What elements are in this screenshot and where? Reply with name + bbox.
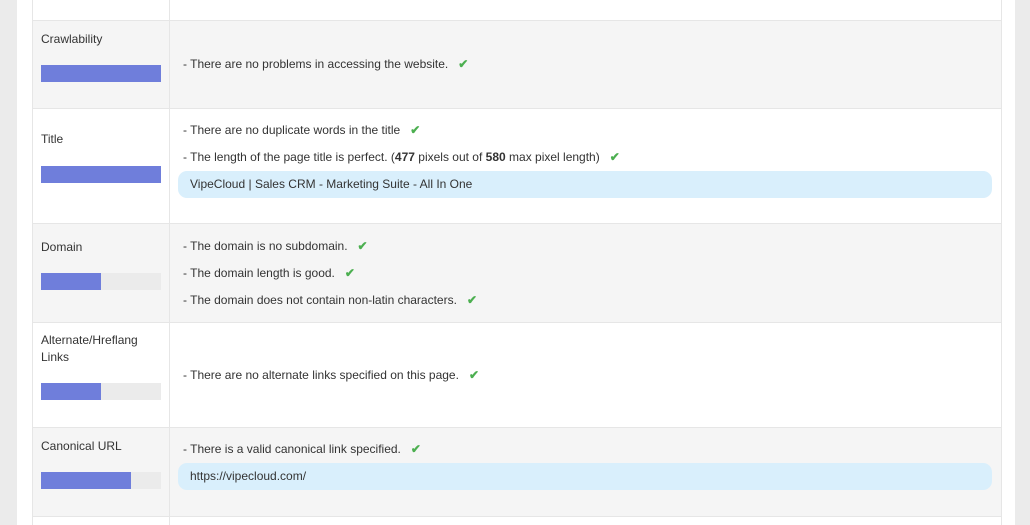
message-domain-1: - The domain is no subdomain. ✔ xyxy=(183,239,368,253)
table-row-canonical-url: Canonical URL - There is a valid canonic… xyxy=(33,428,1001,517)
row-label-cell: Canonical URL xyxy=(33,428,170,516)
table-row-next xyxy=(33,517,1001,525)
table-row-crawlability: Crawlability - There are no problems in … xyxy=(33,21,1001,109)
row-label-canonical-url: Canonical URL xyxy=(41,439,122,453)
message-domain-3: - The domain does not contain non-latin … xyxy=(183,293,477,307)
checkmark-icon: ✔ xyxy=(410,123,421,137)
table-row-alternate-links: Alternate/Hreflang Links - There are no … xyxy=(33,323,1001,428)
score-bar-fill xyxy=(41,65,161,82)
row-label-cell xyxy=(33,517,170,525)
score-bar-fill xyxy=(41,273,101,290)
score-bar-fill xyxy=(41,472,131,489)
message-crawlability-1: - There are no problems in accessing the… xyxy=(183,57,469,71)
canonical-url-value-box: https://vipecloud.com/ xyxy=(178,463,992,490)
table-row-previous xyxy=(33,0,1001,21)
score-bar-title xyxy=(41,166,161,183)
message-alternate-links-1: - There are no alternate links specified… xyxy=(183,368,480,382)
score-bar-domain xyxy=(41,273,161,290)
message-canonical-url-1: - There is a valid canonical link specif… xyxy=(183,442,421,456)
checkmark-icon: ✔ xyxy=(466,293,477,307)
checkmark-icon: ✔ xyxy=(458,57,469,71)
checkmark-icon: ✔ xyxy=(344,266,355,280)
checkmark-icon: ✔ xyxy=(410,442,421,456)
title-value-box: VipeCloud | Sales CRM - Marketing Suite … xyxy=(178,171,992,198)
row-label-crawlability: Crawlability xyxy=(41,32,103,46)
row-label-cell: Domain xyxy=(33,224,170,322)
row-label-cell xyxy=(33,0,170,20)
row-label-cell: Title xyxy=(33,109,170,223)
message-title-2: - The length of the page title is perfec… xyxy=(183,150,620,164)
checkmark-icon: ✔ xyxy=(468,368,480,382)
message-domain-2: - The domain length is good. ✔ xyxy=(183,266,355,280)
table-row-domain: Domain - The domain is no subdomain. ✔ - … xyxy=(33,224,1001,323)
checkmark-icon: ✔ xyxy=(609,150,620,164)
score-bar-alternate-links xyxy=(41,383,161,400)
score-bar-canonical-url xyxy=(41,472,161,489)
row-label-cell: Crawlability xyxy=(33,21,170,108)
row-label-title: Title xyxy=(41,132,64,146)
score-bar-fill xyxy=(41,166,161,183)
table-row-title: Title - There are no duplicate words in … xyxy=(33,109,1001,224)
message-title-1: - There are no duplicate words in the ti… xyxy=(183,123,421,137)
seo-report-card: Crawlability - There are no problems in … xyxy=(17,0,1015,525)
row-label-domain: Domain xyxy=(41,240,83,254)
score-bar-fill xyxy=(41,383,101,400)
row-label-cell: Alternate/Hreflang Links xyxy=(33,323,170,427)
seo-report-table: Crawlability - There are no problems in … xyxy=(32,0,1002,525)
score-bar-crawlability xyxy=(41,65,161,82)
checkmark-icon: ✔ xyxy=(357,239,368,253)
row-label-alternate-links: Alternate/Hreflang Links xyxy=(41,333,138,364)
